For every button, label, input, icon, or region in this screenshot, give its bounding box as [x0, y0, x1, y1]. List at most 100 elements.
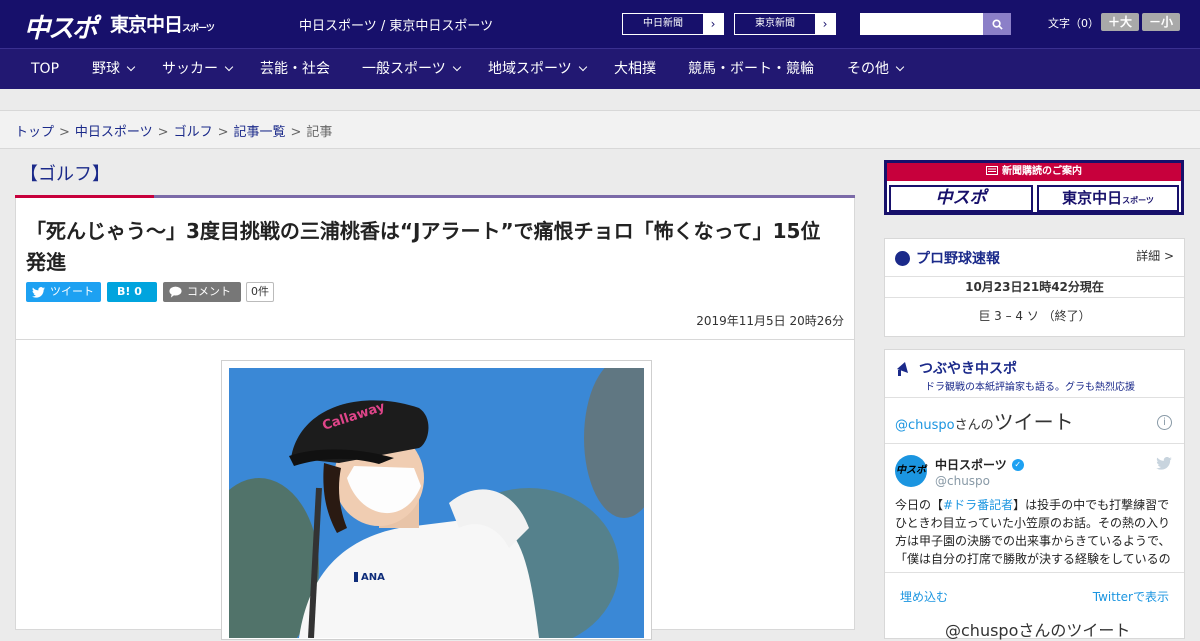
chevron-down-icon	[895, 62, 905, 72]
view-on-twitter-link[interactable]: Twitterで表示	[1093, 588, 1169, 605]
chuspo-logo[interactable]: 中スポ	[24, 8, 98, 45]
subscribe-tokyo-chunichi-logo: 東京中日スポーツ	[1037, 185, 1179, 212]
breadcrumb-current: 記事	[306, 125, 333, 140]
avatar[interactable]: 中スポ	[895, 455, 927, 487]
breadcrumb-separator: >	[59, 125, 70, 140]
nav-item-label: 地域スポーツ	[488, 61, 572, 77]
font-size-label: 文字（0）	[1048, 17, 1099, 30]
comment-button[interactable]: コメント	[163, 282, 241, 302]
search-icon	[991, 18, 1003, 30]
hatena-bookmark-button[interactable]: B! 0	[107, 282, 157, 302]
nav-item-top[interactable]: TOP	[31, 49, 59, 90]
embed-link[interactable]: 埋め込む	[900, 588, 948, 605]
hatena-bookmark-label: B! 0	[117, 285, 142, 298]
breadcrumb-separator: >	[217, 125, 229, 140]
chevron-right-icon: ›	[815, 14, 835, 34]
subscription-banner[interactable]: 新聞購読のご案内 中スポ 東京中日スポーツ	[884, 160, 1184, 215]
subscribe-chuspo-logo: 中スポ	[889, 185, 1033, 212]
tweet-text-prefix: 今日の【	[895, 498, 944, 512]
twitter-embed: @chuspoさんのツイート i 中スポ 中日スポーツ ✓ @chuspo 今日…	[885, 397, 1184, 640]
speech-bubble-icon	[169, 286, 182, 298]
nav-item-label: 大相撲	[614, 61, 656, 77]
nav-item-general-sports[interactable]: 一般スポーツ	[362, 49, 461, 90]
tweet-button[interactable]: ツイート	[26, 282, 101, 302]
twitter-embed-footer: 埋め込む Twitterで表示 @chuspoさんのツイート	[885, 572, 1184, 641]
font-larger-button[interactable]: ＋大	[1101, 13, 1139, 31]
search-button[interactable]	[983, 13, 1011, 35]
tweet-hashtag[interactable]: #ドラ番記者	[943, 498, 1013, 512]
breadcrumb-separator: >	[157, 125, 169, 140]
tweet-account-handle[interactable]: @chuspo	[935, 474, 990, 488]
twitter-widget-title-label: つぶやき中スポ	[919, 361, 1017, 377]
article-photo[interactable]: Callaway ANA	[229, 368, 644, 638]
nav-item-label: 野球	[92, 61, 120, 77]
baseball-widget-title-label: プロ野球速報	[916, 251, 1000, 267]
chevron-right-icon: ›	[703, 14, 723, 34]
nav-item-regional-sports[interactable]: 地域スポーツ	[488, 49, 587, 90]
font-smaller-button[interactable]: －小	[1142, 13, 1180, 31]
breadcrumb-link-golf[interactable]: ゴルフ	[174, 125, 213, 140]
twitter-widget-subtitle: ドラ観戦の本紙評論家も語る。グラも熱烈応援	[925, 382, 1135, 393]
chunichi-shimbun-link[interactable]: 中日新聞 ›	[622, 13, 724, 35]
article-column: 【ゴルフ】 「死んじゃう～」3度目挑戦の三浦桃香は“Jアラート”で痛恨チョロ「怖…	[15, 149, 855, 640]
baseball-detail-link[interactable]: 詳細 >	[1136, 247, 1174, 264]
breadcrumb-separator: >	[290, 125, 302, 140]
tokyo-shimbun-link[interactable]: 東京新聞 ›	[734, 13, 836, 35]
nav-item-label: その他	[847, 61, 889, 77]
twitter-embed-handle[interactable]: @chuspo	[895, 418, 955, 433]
main-nav: TOP 野球 サッカー 芸能・社会 一般スポーツ 地域スポーツ 大相撲 競馬・ボ…	[0, 48, 1200, 89]
breadcrumb-link-article-list[interactable]: 記事一覧	[234, 125, 286, 140]
nav-item-entertainment[interactable]: 芸能・社会	[260, 49, 330, 90]
tokyo-logo-main: 東京中日	[110, 14, 183, 36]
tweet-button-label: ツイート	[50, 285, 94, 298]
nav-item-sumo[interactable]: 大相撲	[614, 49, 656, 90]
info-icon[interactable]: i	[1157, 415, 1172, 430]
breadcrumb: トップ > 中日スポーツ > ゴルフ > 記事一覧 > 記事	[15, 121, 332, 140]
tweet-account-name[interactable]: 中日スポーツ ✓	[935, 456, 1024, 473]
article-photo-frame: Callaway ANA	[221, 360, 652, 640]
search-input[interactable]	[860, 13, 983, 35]
nav-item-baseball[interactable]: 野球	[92, 49, 136, 90]
baseball-game-score[interactable]: 巨 3 – 4 ソ （終了）	[885, 307, 1184, 324]
twitter-embed-divider	[885, 443, 1184, 444]
chevron-down-icon	[126, 62, 136, 72]
svg-text:ANA: ANA	[361, 572, 385, 583]
nav-item-label: 競馬・ボート・競輪	[688, 61, 814, 77]
nav-item-label: サッカー	[162, 61, 218, 77]
tokyo-logo-small: スポーツ	[182, 24, 215, 34]
twitter-embed-heading: @chuspoさんのツイート	[895, 406, 1074, 435]
nav-item-label: 一般スポーツ	[362, 61, 446, 77]
breadcrumb-link-chunichi-sports[interactable]: 中日スポーツ	[75, 125, 153, 140]
twitter-bird-icon[interactable]	[1156, 455, 1172, 474]
nav-item-other[interactable]: その他	[847, 49, 905, 90]
baseball-score-widget: プロ野球速報 詳細 > 10月23日21時42分現在 巨 3 – 4 ソ （終了…	[884, 238, 1185, 337]
nav-item-soccer[interactable]: サッカー	[162, 49, 234, 90]
tweet-text: 今日の【#ドラ番記者】は投手の中でも打撃練習でひときわ目立っていた小笠原のお話。…	[895, 496, 1177, 566]
subscription-banner-label: 新聞購読のご案内	[1002, 166, 1082, 177]
twitter-bird-icon	[32, 286, 45, 298]
chevron-down-icon	[224, 62, 234, 72]
baseball-update-time: 10月23日21時42分現在	[885, 276, 1184, 298]
subscribe-tokyo-logo-main: 東京中日	[1062, 189, 1123, 207]
breadcrumb-link-top[interactable]: トップ	[15, 125, 54, 140]
tweet-account-name-label: 中日スポーツ	[935, 458, 1007, 472]
baseball-icon	[895, 250, 910, 266]
site-name: 中日スポーツ / 東京中日スポーツ	[299, 19, 494, 34]
twitter-embed-handle-suffix: さんの	[954, 418, 994, 433]
tokyo-shimbun-label: 東京新聞	[755, 18, 795, 29]
subscription-banner-title: 新聞購読のご案内	[887, 163, 1181, 181]
nav-item-racing[interactable]: 競馬・ボート・競輪	[688, 49, 814, 90]
twitter-embed-title: ツイート	[993, 410, 1074, 434]
twitter-embed-footer-title: @chuspoさんのツイート	[945, 621, 1131, 640]
comment-button-label: コメント	[187, 285, 231, 298]
chevron-down-icon	[452, 62, 461, 72]
tokyo-chunichi-logo[interactable]: 東京中日スポーツ	[110, 10, 215, 37]
megaphone-icon	[897, 362, 908, 376]
golfer-illustration: Callaway ANA	[229, 368, 644, 638]
baseball-widget-title: プロ野球速報	[895, 248, 1000, 268]
verified-icon: ✓	[1011, 458, 1024, 471]
twitter-widget: つぶやき中スポ ドラ観戦の本紙評論家も語る。グラも熱烈応援 @chuspoさんの…	[884, 349, 1185, 640]
subscribe-tokyo-logo-small: スポーツ	[1122, 196, 1154, 205]
article-body: Callaway ANA	[15, 339, 855, 640]
article-title: 「死んじゃう～」3度目挑戦の三浦桃香は“Jアラート”で痛恨チョロ「怖くなって」1…	[26, 219, 821, 274]
